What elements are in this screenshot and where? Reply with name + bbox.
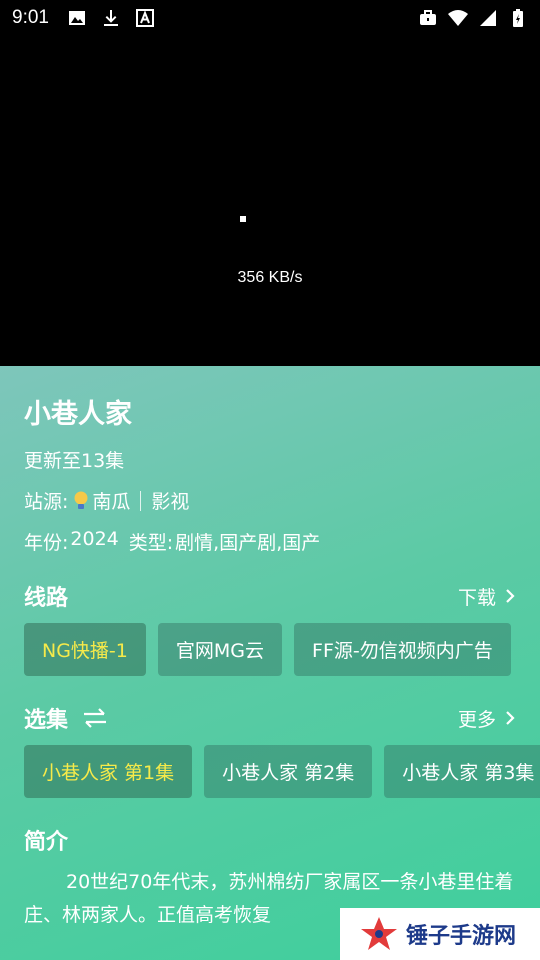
download-label: 下载 — [457, 586, 496, 609]
system-icons — [418, 8, 528, 28]
line-chip-3[interactable]: FF源-勿信视频内广告 — [294, 623, 511, 676]
genre-value: 剧情,国产剧,国产 — [175, 532, 321, 554]
line-chip-1[interactable]: NG快播-1 — [24, 623, 146, 676]
video-player[interactable]: 356 KB/s — [0, 36, 540, 366]
line-chip-2[interactable]: 官网MG云 — [157, 623, 283, 676]
episode-chip-1[interactable]: 小巷人家 第1集 — [24, 745, 193, 798]
download-icon — [103, 10, 118, 26]
watermark-text: 锤子手游网 — [406, 924, 517, 949]
image-icon — [68, 11, 85, 25]
episode-chip-2[interactable]: 小巷人家 第2集 — [204, 745, 373, 798]
episodes-title: 选集 — [24, 708, 69, 733]
year-label: 年份: — [24, 532, 69, 554]
episodes-header: 选集 更多 — [24, 702, 516, 734]
source-type: 影视 — [151, 491, 190, 513]
lightbulb-icon — [74, 491, 88, 509]
meta-line: 年份: 2024 类型: 剧情,国产剧,国产 — [24, 528, 320, 555]
a-icon — [135, 9, 154, 27]
genre-label: 类型: — [128, 532, 174, 554]
source-name[interactable]: 南瓜 — [92, 487, 130, 514]
watermark: 锤子手游网 — [340, 908, 540, 960]
download-button[interactable]: 下载 — [458, 583, 516, 610]
update-status: 更新至13集 — [24, 450, 125, 472]
source-line: 站源: 南瓜 影视 — [24, 487, 189, 514]
episodes-list: 小巷人家 第1集 小巷人家 第2集 小巷人家 第3集 — [24, 745, 540, 798]
lines-header: 线路 下载 — [24, 580, 516, 612]
chevron-right-icon — [506, 711, 515, 725]
status-time: 9:01 — [12, 7, 49, 28]
signal-icon — [480, 10, 496, 26]
loading-indicator — [240, 216, 246, 222]
chevron-right-icon — [506, 589, 515, 603]
sort-swap-icon[interactable] — [82, 707, 108, 729]
star-logo-icon — [361, 917, 397, 950]
lines-title: 线路 — [24, 586, 69, 611]
episode-chip-3[interactable]: 小巷人家 第3集 — [384, 745, 540, 798]
briefcase-icon — [420, 10, 436, 25]
battery-icon — [513, 9, 523, 27]
status-bar: 9:01 — [0, 0, 540, 36]
download-speed: 356 KB/s — [237, 269, 303, 286]
more-label: 更多 — [457, 708, 496, 731]
video-title: 小巷人家 — [24, 399, 132, 430]
source-label: 站源: — [24, 491, 69, 513]
intro-title: 简介 — [24, 830, 69, 855]
detail-panel: 小巷人家 更新至13集 站源: 南瓜 影视 年份: 2024 类型: 剧情,国产… — [0, 366, 540, 960]
source-divider — [140, 490, 142, 511]
wifi-icon — [448, 10, 468, 26]
notification-icons — [67, 8, 155, 28]
lines-list: NG快播-1 官网MG云 FF源-勿信视频内广告 — [24, 623, 511, 676]
year-value: 2024 — [70, 528, 119, 550]
more-episodes-button[interactable]: 更多 — [458, 705, 516, 732]
